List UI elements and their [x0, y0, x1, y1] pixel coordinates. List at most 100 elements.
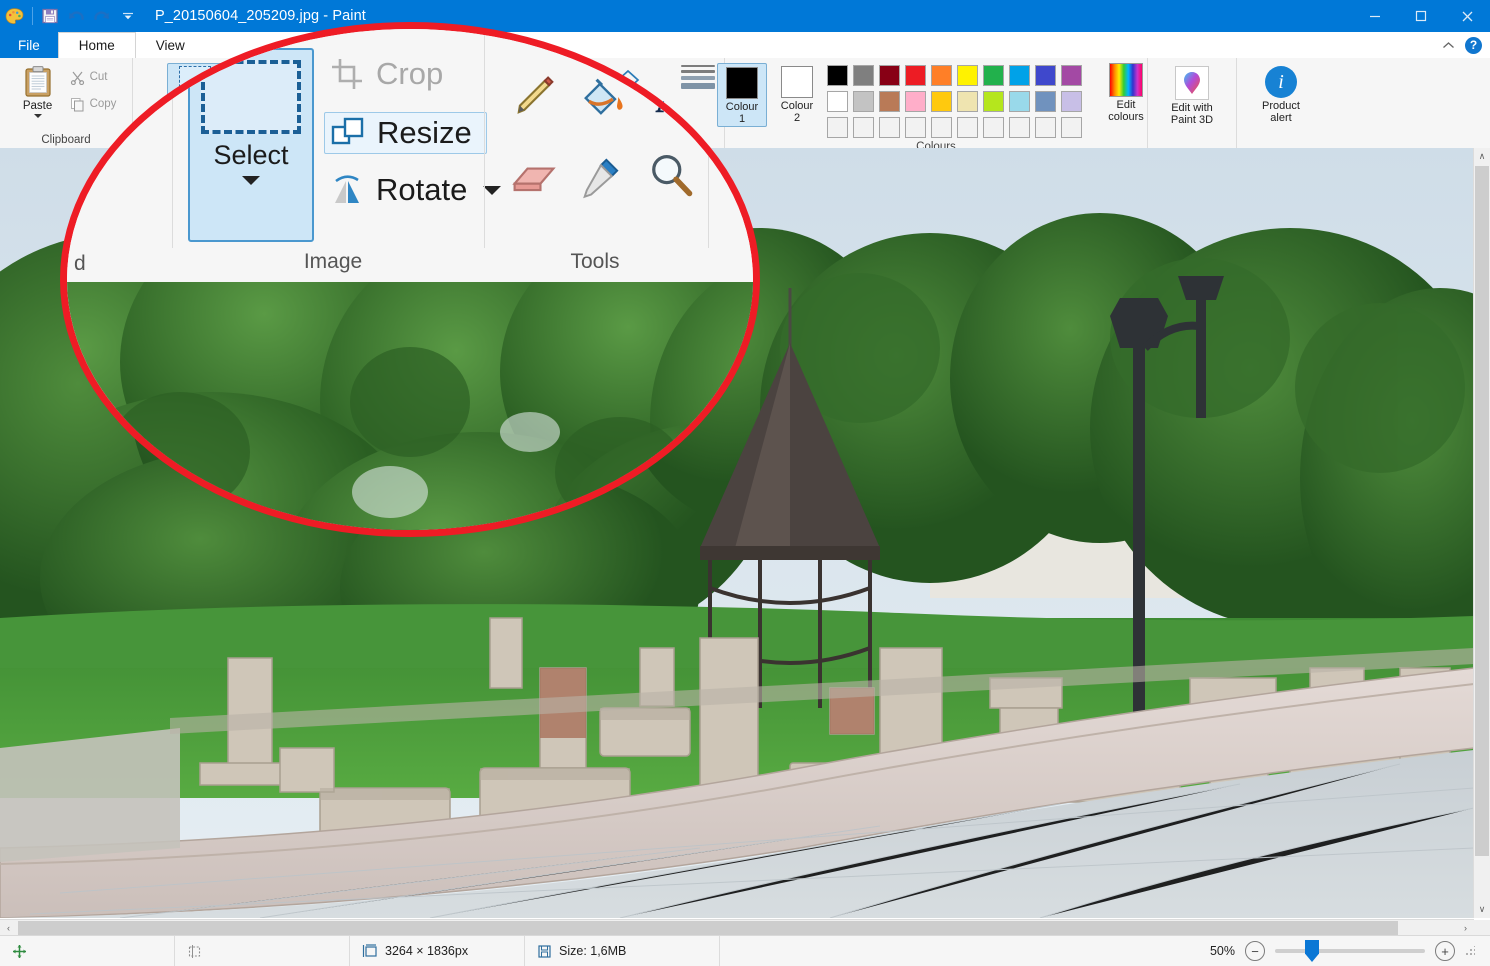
- colour-2-label-line2: 2: [793, 112, 801, 124]
- palette-swatch-r3-c3[interactable]: [879, 117, 900, 138]
- scroll-left-arrow-icon[interactable]: ‹: [0, 920, 17, 936]
- palette-swatch-r3-c9[interactable]: [1035, 117, 1056, 138]
- paint-3d-icon: [1175, 66, 1209, 100]
- palette-swatch-r1-c3[interactable]: [879, 65, 900, 86]
- product-alert-label-line2: alert: [1270, 112, 1292, 124]
- magnified-clipboard-label-tail: d: [74, 252, 86, 275]
- palette-swatch-r2-c8[interactable]: [1009, 91, 1030, 112]
- edit-with-paint-3d-button[interactable]: Edit with Paint 3D: [1163, 66, 1221, 126]
- scroll-up-arrow-icon[interactable]: ∧: [1474, 148, 1490, 165]
- palette-swatch-r1-c6[interactable]: [957, 65, 978, 86]
- vertical-scrollbar-thumb[interactable]: [1475, 166, 1489, 856]
- file-size-icon: [537, 944, 552, 959]
- resize-grip-icon[interactable]: [1465, 946, 1475, 956]
- magnified-photo: [67, 282, 753, 530]
- palette-swatch-r1-c5[interactable]: [931, 65, 952, 86]
- palette-swatch-r2-c2[interactable]: [853, 91, 874, 112]
- close-button[interactable]: [1444, 0, 1490, 32]
- ribbon-group-product-alert: i Product alert: [1236, 58, 1325, 148]
- palette-swatch-r1-c10[interactable]: [1061, 65, 1082, 86]
- paste-icon: [24, 66, 51, 97]
- palette-swatch-r3-c1[interactable]: [827, 117, 848, 138]
- magnified-image-group-label: Image: [303, 250, 363, 273]
- zoom-slider-thumb[interactable]: [1305, 940, 1319, 962]
- zoom-level-label: 50%: [1209, 944, 1235, 958]
- palette-swatch-r1-c4[interactable]: [905, 65, 926, 86]
- palette-swatch-r3-c8[interactable]: [1009, 117, 1030, 138]
- palette-swatch-r2-c4[interactable]: [905, 91, 926, 112]
- palette-swatch-r3-c6[interactable]: [957, 117, 978, 138]
- palette-swatch-r1-c2[interactable]: [853, 65, 874, 86]
- vertical-scrollbar[interactable]: ∧ ∨: [1473, 148, 1490, 918]
- maximize-button[interactable]: [1398, 0, 1444, 32]
- file-size-value: Size: 1,6MB: [559, 944, 627, 958]
- scrollbar-corner: [1474, 920, 1490, 936]
- zoom-out-button[interactable]: −: [1245, 941, 1265, 961]
- selection-size-cell: [175, 936, 350, 966]
- palette-swatch-r2-c10[interactable]: [1061, 91, 1082, 112]
- palette-swatch-r2-c7[interactable]: [983, 91, 1004, 112]
- customize-qat-chevron-icon[interactable]: [115, 3, 141, 29]
- palette-swatch-r2-c1[interactable]: [827, 91, 848, 112]
- magnified-ribbon: d Select Crop Resize Rotate Image A Tool…: [67, 29, 753, 283]
- image-dimensions-value: 3264 × 1836px: [385, 944, 469, 958]
- colour-2-label-line1: Colour: [780, 100, 814, 112]
- colour-2-button[interactable]: Colour 2: [773, 63, 821, 125]
- product-alert-label-line1: Product: [1262, 100, 1300, 112]
- product-alert-group-label: [1279, 134, 1282, 148]
- palette-swatch-r1-c9[interactable]: [1035, 65, 1056, 86]
- palette-swatch-r1-c8[interactable]: [1009, 65, 1030, 86]
- ribbon-group-colours: Colour 1 Colour 2 Edit colour: [717, 58, 1147, 153]
- chevron-up-icon[interactable]: [1442, 41, 1455, 50]
- horizontal-scrollbar-thumb[interactable]: [18, 921, 1398, 935]
- product-alert-button[interactable]: i Product alert: [1252, 66, 1310, 124]
- colour-palette[interactable]: [827, 63, 1085, 141]
- palette-swatch-r3-c10[interactable]: [1061, 117, 1082, 138]
- zoom-in-button[interactable]: +: [1435, 941, 1455, 961]
- palette-swatch-r2-c3[interactable]: [879, 91, 900, 112]
- palette-swatch-r2-c9[interactable]: [1035, 91, 1056, 112]
- qat-separator: [32, 7, 33, 25]
- magnified-tools-group-label: Tools: [570, 250, 620, 273]
- palette-swatch-r3-c2[interactable]: [853, 117, 874, 138]
- info-icon: i: [1265, 66, 1297, 98]
- cursor-position-icon: [12, 944, 27, 959]
- palette-swatch-r2-c5[interactable]: [931, 91, 952, 112]
- paint-palette-icon: [0, 0, 28, 32]
- palette-swatch-r3-c4[interactable]: [905, 117, 926, 138]
- tab-file[interactable]: File: [0, 32, 58, 58]
- paste-menu-caret-icon[interactable]: [33, 114, 42, 118]
- image-dimensions-cell: 3264 × 1836px: [350, 936, 525, 966]
- scroll-down-arrow-icon[interactable]: ∨: [1474, 901, 1490, 918]
- palette-swatch-r2-c6[interactable]: [957, 91, 978, 112]
- image-dimensions-icon: [362, 943, 378, 959]
- edit-colours-label-line2: colours: [1108, 111, 1144, 123]
- help-button[interactable]: ?: [1465, 36, 1482, 54]
- edit-colours-label-line1: Edit: [1116, 99, 1136, 111]
- file-size-cell: Size: 1,6MB: [525, 936, 720, 966]
- horizontal-scrollbar[interactable]: ‹ ›: [0, 919, 1474, 936]
- paint-window: P_20150604_205209.jpg - Paint File Home …: [0, 0, 1490, 966]
- palette-swatch-r3-c7[interactable]: [983, 117, 1004, 138]
- save-icon[interactable]: [37, 3, 63, 29]
- undo-icon[interactable]: [63, 3, 89, 29]
- zoom-controls: 50% − +: [1209, 940, 1490, 962]
- selection-size-icon: [187, 944, 202, 959]
- redo-icon[interactable]: [89, 3, 115, 29]
- paint-3d-label-line1: Edit with: [1171, 102, 1213, 114]
- status-bar: 3264 × 1836px Size: 1,6MB 50% − +: [0, 935, 1490, 966]
- magnifier-lens-overlay: d Select Crop Resize Rotate Image A Tool…: [60, 22, 760, 537]
- scroll-right-arrow-icon[interactable]: ›: [1457, 920, 1474, 936]
- palette-swatch-r1-c7[interactable]: [983, 65, 1004, 86]
- cursor-position-cell: [0, 936, 175, 966]
- paste-button[interactable]: Paste: [12, 63, 64, 118]
- edit-colours-icon: [1109, 63, 1143, 97]
- paste-label: Paste: [22, 100, 53, 112]
- minimize-button[interactable]: [1352, 0, 1398, 32]
- title-bar: P_20150604_205209.jpg - Paint: [0, 0, 1490, 32]
- paint3d-group-label: [1190, 134, 1193, 148]
- zoom-slider[interactable]: [1275, 940, 1425, 962]
- window-title: P_20150604_205209.jpg - Paint: [155, 8, 366, 24]
- palette-swatch-r1-c1[interactable]: [827, 65, 848, 86]
- palette-swatch-r3-c5[interactable]: [931, 117, 952, 138]
